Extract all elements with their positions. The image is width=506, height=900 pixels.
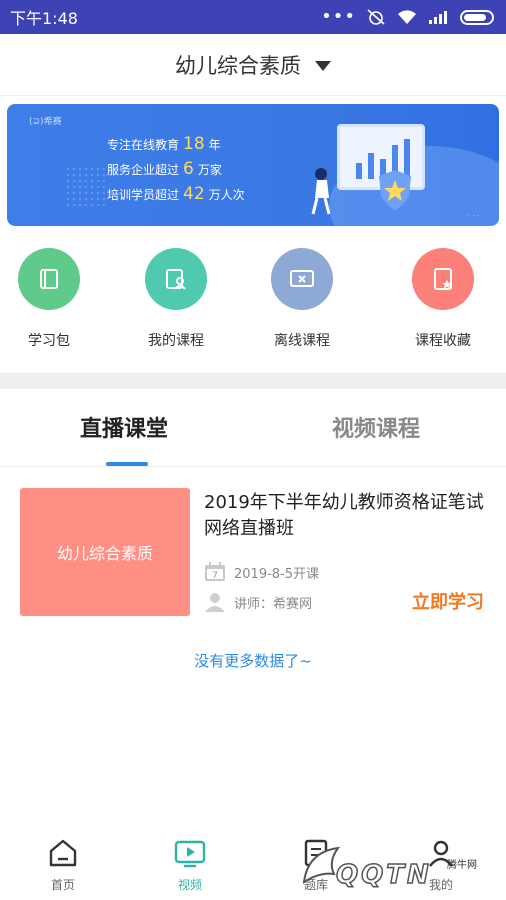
dropdown-caret-icon[interactable]	[315, 60, 331, 71]
quick-menu: 学习包 我的课程 离线课程 课程收藏	[0, 248, 506, 358]
quick-item-study-pack[interactable]: 学习包	[4, 248, 94, 350]
banner-text: 专注在线教育 18 年 服务企业超过 6 万家 培训学员超过 42 万人次	[107, 132, 245, 207]
banner-shield-star-icon	[379, 170, 411, 210]
banner-logo-text: 希赛	[43, 117, 62, 127]
nav-label: 首页	[50, 878, 75, 892]
calendar-icon: 7	[205, 562, 225, 581]
signal-icon	[429, 11, 447, 24]
app-root: 下午1:48 ••• 幼儿综合素质 (⊇)希赛 专注在线教育 18 年 服务企业超过…	[0, 0, 506, 900]
quick-item-label: 学习包	[28, 333, 70, 349]
alarm-off-icon	[367, 9, 385, 25]
course-card[interactable]: 幼儿综合素质 2019年下半年幼儿教师资格证笔试网络直播班 7 2019-8-5…	[20, 488, 490, 616]
watermark-text: QQTN	[335, 859, 432, 891]
quick-item-offline-courses[interactable]: 离线课程	[257, 248, 347, 350]
banner-line-1-number: 18	[183, 134, 205, 154]
banner-line-3-prefix: 培训学员超过	[107, 188, 180, 202]
promo-banner[interactable]: (⊇)希赛 专注在线教育 18 年 服务企业超过 6 万家 培训学员超过 42 万人次 · …	[7, 104, 499, 226]
banner-line-2-prefix: 服务企业超过	[107, 163, 180, 177]
status-icons: •••	[321, 8, 494, 26]
no-more-data-text: 没有更多数据了~	[194, 652, 312, 670]
course-teacher-row: 讲师：希赛网	[204, 592, 312, 612]
active-tab-indicator	[106, 462, 148, 466]
battery-icon	[460, 9, 494, 25]
teacher-user-icon	[205, 593, 225, 612]
course-date-row: 7 2019-8-5开课	[204, 562, 319, 582]
banner-line-1-prefix: 专注在线教育	[107, 138, 180, 152]
status-bar: 下午1:48 •••	[0, 0, 506, 34]
course-date: 2019-8-5开课	[234, 566, 320, 582]
banner-line-3-number: 42	[183, 184, 205, 204]
course-teacher: 讲师：希赛网	[234, 596, 313, 612]
banner-line-3-suffix: 万人次	[208, 188, 245, 202]
banner-person-illustration	[311, 168, 331, 215]
home-icon[interactable]	[45, 836, 81, 870]
banner-line-2-suffix: 万家	[197, 163, 222, 177]
banner-line-2-number: 6	[183, 159, 194, 179]
book-icon[interactable]	[18, 248, 80, 310]
title-bar[interactable]: 幼儿综合素质	[0, 34, 506, 96]
wifi-icon	[398, 10, 416, 24]
quick-item-label: 离线课程	[274, 333, 330, 349]
nav-item-home[interactable]: 首页	[28, 836, 98, 893]
nav-label: 视频	[177, 878, 202, 892]
start-study-button[interactable]: 立即学习	[412, 588, 484, 614]
video-icon[interactable]	[172, 836, 208, 870]
course-title[interactable]: 2019年下半年幼儿教师资格证笔试网络直播班	[204, 490, 494, 542]
more-dots-icon: •••	[321, 6, 356, 27]
watermark-small-text: 腾牛网	[447, 860, 477, 871]
course-tabs: 直播课堂 视频课程	[0, 389, 506, 467]
banner-line-3: 培训学员超过 42 万人次	[107, 182, 245, 207]
quick-item-label: 我的课程	[148, 333, 204, 349]
offline-icon[interactable]	[271, 248, 333, 310]
my-course-icon[interactable]	[145, 248, 207, 310]
calendar-day: 7	[212, 571, 218, 581]
banner-line-1-suffix: 年	[208, 138, 221, 152]
nav-item-video[interactable]: 视频	[155, 836, 225, 893]
favorite-icon[interactable]	[412, 248, 474, 310]
quick-item-favorites[interactable]: 课程收藏	[398, 248, 488, 350]
tab-live-class[interactable]: 直播课堂	[80, 411, 168, 443]
banner-line-2: 服务企业超过 6 万家	[107, 157, 245, 182]
tab-video-courses[interactable]: 视频课程	[332, 411, 420, 443]
banner-line-1: 专注在线教育 18 年	[107, 132, 245, 157]
banner-dots-decoration	[65, 166, 105, 206]
course-cover[interactable]: 幼儿综合素质	[20, 488, 190, 616]
quick-item-label: 课程收藏	[415, 333, 471, 349]
banner-logo: (⊇)希赛	[29, 117, 62, 127]
section-divider	[0, 373, 506, 389]
quick-item-my-courses[interactable]: 我的课程	[131, 248, 221, 350]
banner-footnote: · · ·	[467, 212, 479, 220]
status-time: 下午1:48	[10, 9, 78, 28]
page-title[interactable]: 幼儿综合素质	[175, 50, 301, 80]
